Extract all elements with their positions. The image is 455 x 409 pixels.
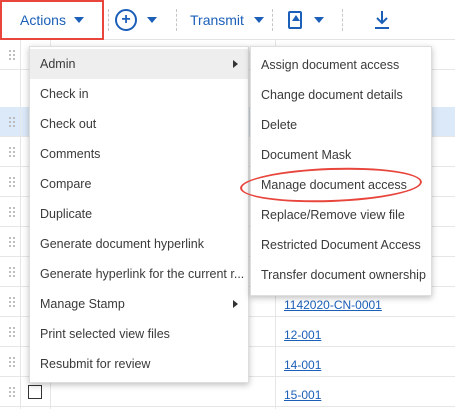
menu-item-label: Generate hyperlink for the current r... xyxy=(40,267,245,281)
column-divider xyxy=(20,40,21,409)
toolbar-divider xyxy=(108,9,109,31)
menu-item-generate-document-hyperlink[interactable]: Generate document hyperlink xyxy=(30,229,248,259)
menu-item-label: Duplicate xyxy=(40,207,93,221)
upload-icon xyxy=(288,11,302,29)
menu-item-transfer-document-ownership[interactable]: Transfer document ownership xyxy=(251,260,431,290)
menu-item-admin[interactable]: Admin xyxy=(30,49,248,79)
upload-button[interactable] xyxy=(288,0,324,40)
menu-item-document-mask[interactable]: Document Mask xyxy=(251,140,431,170)
menu-item-assign-document-access[interactable]: Assign document access xyxy=(251,50,431,80)
menu-item-label: Manage Stamp xyxy=(40,297,125,311)
menu-item-label: Transfer document ownership xyxy=(261,268,426,282)
menu-item-manage-stamp[interactable]: Manage Stamp xyxy=(30,289,248,319)
menu-item-label: Replace/Remove view file xyxy=(261,208,405,222)
toolbar-divider xyxy=(176,9,177,31)
menu-item-compare[interactable]: Compare xyxy=(30,169,248,199)
download-button[interactable] xyxy=(374,0,390,40)
menu-item-label: Print selected view files xyxy=(40,327,170,341)
chevron-right-icon xyxy=(233,60,238,68)
actions-label: Actions xyxy=(20,12,66,28)
document-link[interactable]: 12-001 xyxy=(284,328,321,342)
document-link[interactable]: 1142020-CN-0001 xyxy=(284,298,382,312)
drag-handle-icon[interactable] xyxy=(8,49,16,61)
drag-handle-icon[interactable] xyxy=(8,266,16,278)
actions-button[interactable]: Actions xyxy=(0,0,104,40)
menu-item-resubmit[interactable]: Resubmit for review xyxy=(30,349,248,379)
chevron-down-icon xyxy=(253,17,264,23)
drag-handle-icon[interactable] xyxy=(8,356,16,368)
menu-item-restricted-document-access[interactable]: Restricted Document Access xyxy=(251,230,431,260)
menu-item-label: Generate document hyperlink xyxy=(40,237,204,251)
download-icon xyxy=(375,11,389,29)
chevron-right-icon xyxy=(233,300,238,308)
menu-item-label: Check in xyxy=(40,87,89,101)
chevron-down-icon xyxy=(73,17,84,23)
drag-handle-icon[interactable] xyxy=(8,296,16,308)
transmit-button[interactable]: Transmit xyxy=(190,0,264,40)
menu-item-label: Comments xyxy=(40,147,101,161)
drag-handle-icon[interactable] xyxy=(8,326,16,338)
menu-item-label: Resubmit for review xyxy=(40,357,151,371)
add-button[interactable]: + xyxy=(115,0,157,40)
drag-handle-icon[interactable] xyxy=(8,236,16,248)
menu-item-label: Restricted Document Access xyxy=(261,238,421,252)
menu-item-check-in[interactable]: Check in xyxy=(30,79,248,109)
menu-item-print-view-files[interactable]: Print selected view files xyxy=(30,319,248,349)
menu-item-label: Document Mask xyxy=(261,148,352,162)
menu-item-generate-hyperlink-current[interactable]: Generate hyperlink for the current r... xyxy=(30,259,248,289)
row-checkbox[interactable] xyxy=(28,385,42,399)
chevron-down-icon xyxy=(314,17,324,23)
drag-handle-icon[interactable] xyxy=(8,146,16,158)
menu-item-check-out[interactable]: Check out xyxy=(30,109,248,139)
menu-item-comments[interactable]: Comments xyxy=(30,139,248,169)
chevron-down-icon xyxy=(147,17,157,23)
menu-item-label: Assign document access xyxy=(261,58,400,72)
menu-item-replace-remove-view-file[interactable]: Replace/Remove view file xyxy=(251,200,431,230)
menu-item-duplicate[interactable]: Duplicate xyxy=(30,199,248,229)
transmit-label: Transmit xyxy=(190,12,244,28)
menu-item-delete[interactable]: Delete xyxy=(251,110,431,140)
menu-item-label: Admin xyxy=(40,57,76,71)
drag-handle-icon[interactable] xyxy=(8,386,16,398)
actions-menu: Admin Check in Check out Comments Compar… xyxy=(29,46,249,383)
toolbar-divider xyxy=(342,9,343,31)
toolbar: Actions + Transmit xyxy=(0,0,455,40)
drag-handle-icon[interactable] xyxy=(8,206,16,218)
menu-item-label: Change document details xyxy=(261,88,403,102)
menu-item-change-document-details[interactable]: Change document details xyxy=(251,80,431,110)
plus-circle-icon: + xyxy=(115,9,137,31)
document-link[interactable]: 15-001 xyxy=(284,388,321,402)
menu-item-label: Check out xyxy=(40,117,97,131)
drag-handle-icon[interactable] xyxy=(8,176,16,188)
menu-item-label: Compare xyxy=(40,177,92,191)
document-link[interactable]: 14-001 xyxy=(284,358,321,372)
menu-item-label: Delete xyxy=(261,118,298,132)
toolbar-divider xyxy=(272,9,273,31)
drag-handle-icon[interactable] xyxy=(8,116,16,128)
